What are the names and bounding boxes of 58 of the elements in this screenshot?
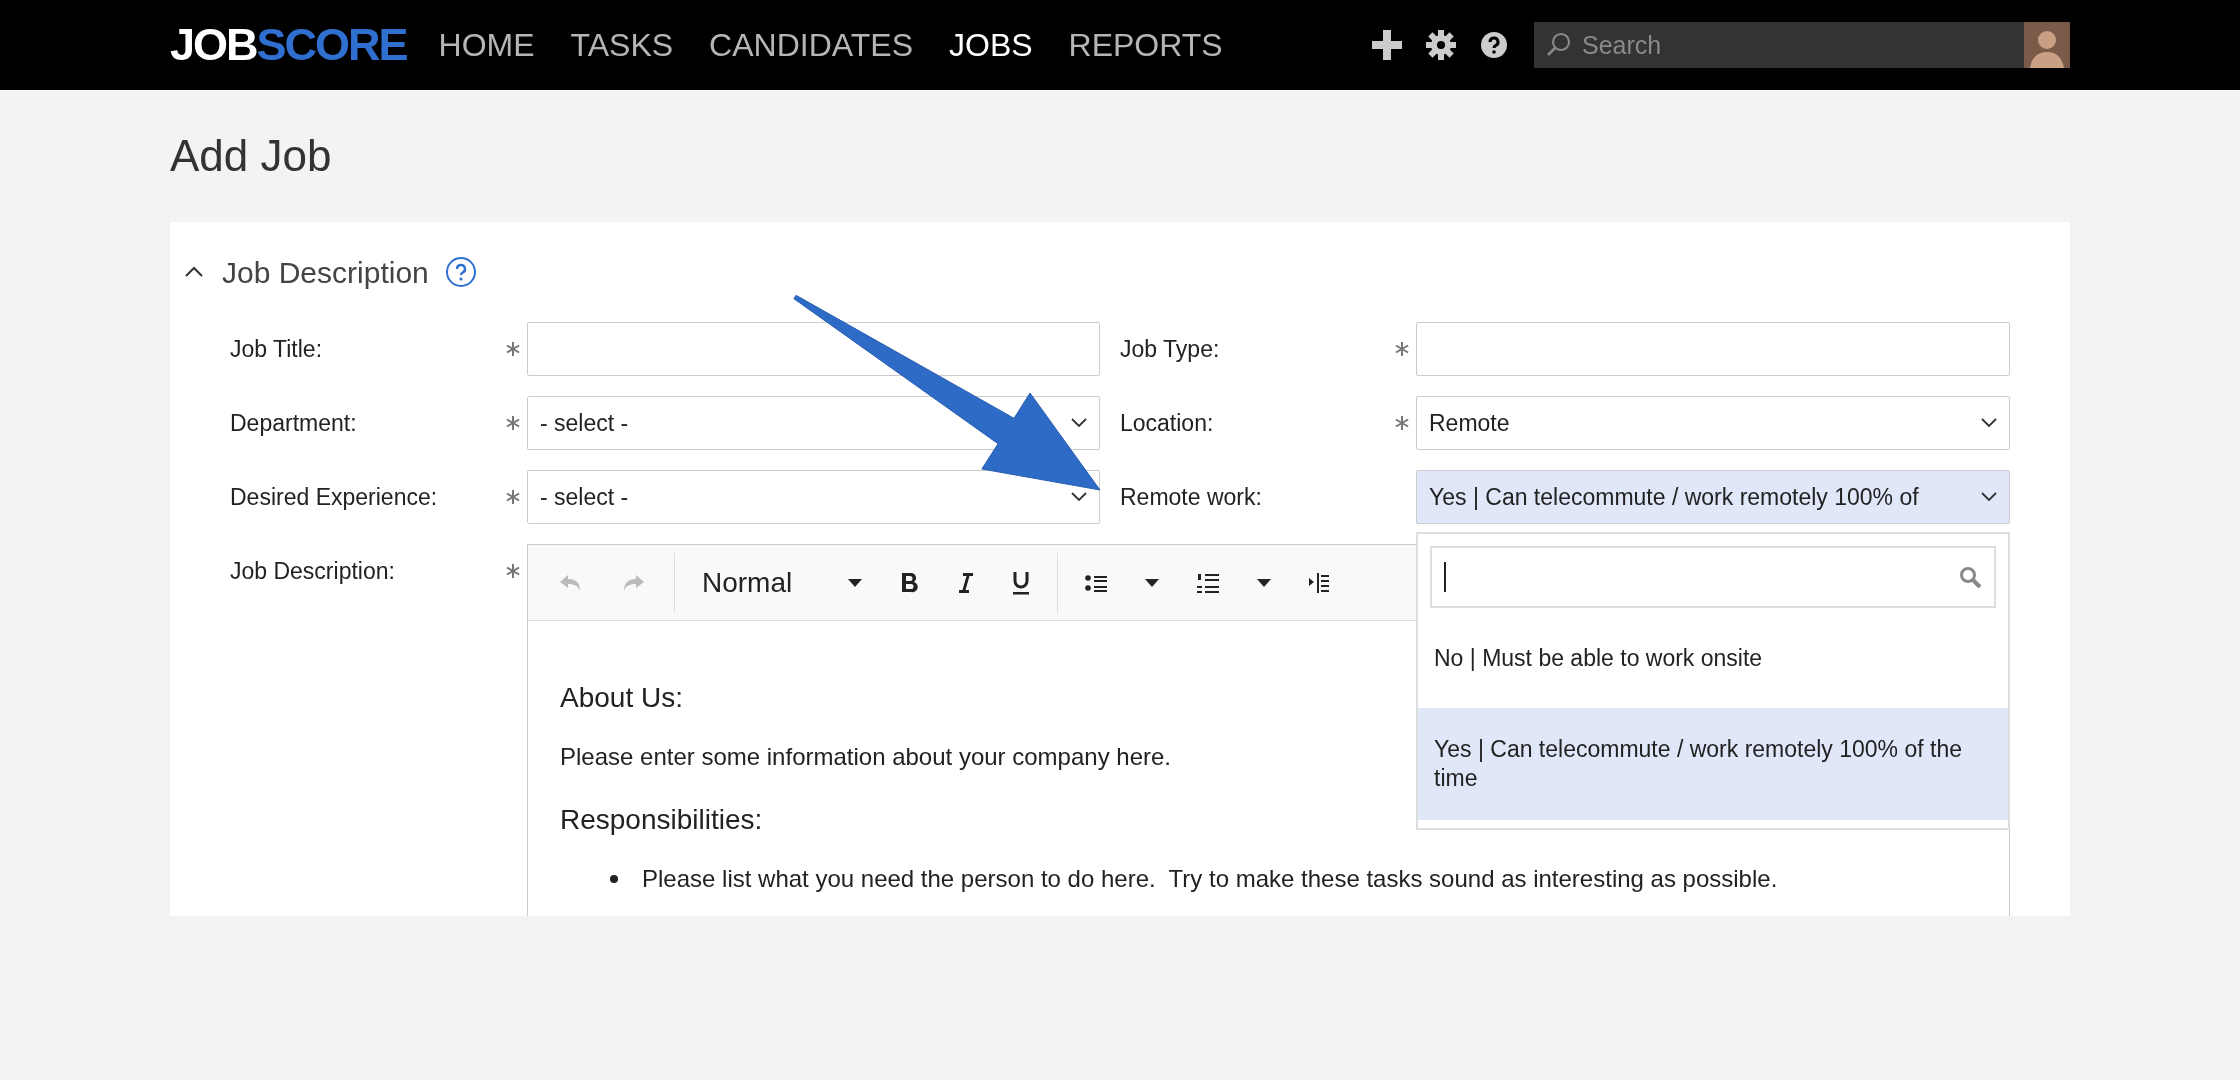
select-field[interactable]: - select - xyxy=(527,470,1100,524)
help-icon[interactable] xyxy=(1480,31,1508,59)
page-title: Add Job xyxy=(170,130,333,182)
select-field[interactable]: Remote xyxy=(1416,396,2010,450)
caret-icon xyxy=(1145,578,1160,587)
chevron-down-icon xyxy=(1071,492,1087,502)
bullet-text: Please list what you need the person to do here. Try to make these tasks sound as interesting as possible. xyxy=(642,864,1778,894)
nav-link[interactable]: TASKS xyxy=(570,21,674,69)
field-label: Location: xyxy=(1120,408,1214,438)
italic-icon xyxy=(956,571,975,594)
field-label: Remote work: xyxy=(1120,482,1262,512)
editor-paragraph: Please enter some information about your company here. xyxy=(560,742,1171,772)
chevron-down-icon xyxy=(1981,418,1997,428)
indent-icon xyxy=(1309,571,1330,594)
numbered-list-icon xyxy=(1197,572,1220,593)
style-dropdown[interactable]: Normal xyxy=(702,561,863,604)
text-field[interactable] xyxy=(527,322,1100,376)
section-title: Job Description xyxy=(222,254,429,291)
caret-icon xyxy=(848,578,863,587)
nav-link[interactable]: CANDIDATES xyxy=(709,21,913,69)
indent-button[interactable] xyxy=(1309,571,1330,594)
editor-heading: Responsibilities: xyxy=(560,803,763,837)
bold-button[interactable] xyxy=(900,571,919,594)
field-label: Job Title: xyxy=(230,334,323,364)
italic-button[interactable] xyxy=(956,571,975,594)
field-label: Job Description: xyxy=(230,556,395,586)
bullet-icon xyxy=(610,875,618,883)
chevron-down-icon xyxy=(1071,418,1087,428)
underline-icon xyxy=(1012,570,1031,595)
underline-button[interactable] xyxy=(1012,570,1031,595)
dropdown-search-field[interactable] xyxy=(1430,546,1996,608)
search-icon xyxy=(1959,565,1982,589)
bold-icon xyxy=(900,571,919,594)
settings-icon[interactable] xyxy=(1426,30,1456,60)
dropdown-option[interactable]: Yes | Can telecommute / work remotely 100% of the time xyxy=(1418,708,2008,820)
search-field[interactable]: Search xyxy=(1534,22,2024,68)
avatar[interactable] xyxy=(2024,22,2070,68)
text-cursor xyxy=(1444,562,1446,592)
field-label: Department: xyxy=(230,408,357,438)
text-field[interactable] xyxy=(1416,322,2010,376)
dropdown-option[interactable]: No | Must be able to work onsite xyxy=(1418,608,2008,708)
caret-icon xyxy=(1257,578,1272,587)
caret-button[interactable] xyxy=(1257,578,1272,587)
numbered-list-button[interactable] xyxy=(1197,572,1220,593)
bullet-list-icon xyxy=(1085,572,1108,593)
chevron-down-icon xyxy=(1981,492,1997,502)
search-icon xyxy=(1546,32,1571,57)
field-label: Desired Experience: xyxy=(230,482,438,512)
caret-button[interactable] xyxy=(1145,578,1160,587)
plus-icon[interactable] xyxy=(1372,30,1402,60)
nav-link[interactable]: REPORTS xyxy=(1068,21,1223,69)
nav-link[interactable]: HOME xyxy=(438,21,535,69)
bullet-list-button[interactable] xyxy=(1085,572,1108,593)
field-label: Job Type: xyxy=(1120,334,1220,364)
nav-link[interactable]: JOBS xyxy=(949,21,1033,69)
editor-heading: About Us: xyxy=(560,681,683,715)
logo[interactable]: JOBSCORE xyxy=(170,11,407,79)
select-field[interactable]: Yes | Can telecommute / work remotely 100% of xyxy=(1416,470,2010,524)
